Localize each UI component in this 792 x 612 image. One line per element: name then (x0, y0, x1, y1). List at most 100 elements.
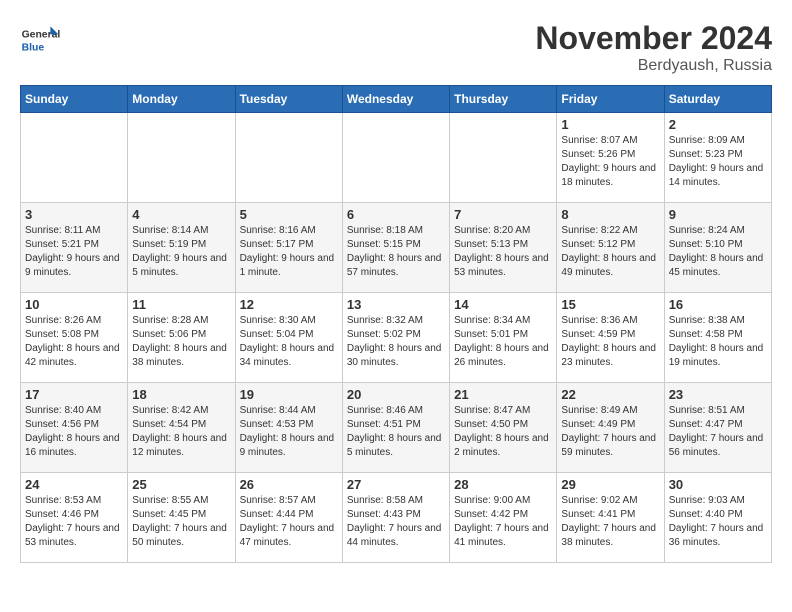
calendar-cell: 1 Sunrise: 8:07 AM Sunset: 5:26 PM Daylig… (557, 113, 664, 203)
day-number: 11 (132, 297, 230, 312)
calendar-cell: 11 Sunrise: 8:28 AM Sunset: 5:06 PM Dayli… (128, 293, 235, 383)
calendar-table: SundayMondayTuesdayWednesdayThursdayFrid… (20, 85, 772, 563)
calendar-cell: 21Sunrise: 8:47 AM Sunset: 4:50 PM Dayli… (450, 383, 557, 473)
calendar-cell: 29 Sunrise: 9:02 AM Sunset: 4:41 PM Dayli… (557, 473, 664, 563)
day-number: 10 (25, 297, 123, 312)
calendar-cell: 24Sunrise: 8:53 AM Sunset: 4:46 PM Dayli… (21, 473, 128, 563)
day-number: 6 (347, 207, 445, 222)
calendar-cell: 6 Sunrise: 8:18 AM Sunset: 5:15 PM Daylig… (342, 203, 449, 293)
calendar-cell: 20Sunrise: 8:46 AM Sunset: 4:51 PM Dayli… (342, 383, 449, 473)
day-number: 2 (669, 117, 767, 132)
day-info: Sunrise: 9:03 AM Sunset: 4:40 PM Dayligh… (669, 494, 767, 550)
day-info: Sunrise: 8:30 AM Sunset: 5:04 PM Dayligh… (240, 314, 338, 370)
day-number: 1 (561, 117, 659, 132)
day-info: Sunrise: 9:02 AM Sunset: 4:41 PM Dayligh… (561, 494, 659, 550)
day-number: 19 (240, 387, 338, 402)
day-info: Sunrise: 8:42 AM Sunset: 4:54 PM Dayligh… (132, 404, 230, 460)
calendar-cell: 18 Sunrise: 8:42 AM Sunset: 4:54 PM Dayli… (128, 383, 235, 473)
day-number: 7 (454, 207, 552, 222)
day-number: 16 (669, 297, 767, 312)
week-row-4: 24Sunrise: 8:53 AM Sunset: 4:46 PM Dayli… (21, 473, 772, 563)
calendar-cell (235, 113, 342, 203)
day-number: 5 (240, 207, 338, 222)
day-number: 17 (25, 387, 123, 402)
calendar-cell: 2 Sunrise: 8:09 AM Sunset: 5:23 PM Daylig… (664, 113, 771, 203)
day-number: 20 (347, 387, 445, 402)
day-header-thursday: Thursday (450, 86, 557, 113)
day-info: Sunrise: 8:16 AM Sunset: 5:17 PM Dayligh… (240, 224, 338, 280)
calendar-cell: 16 Sunrise: 8:38 AM Sunset: 4:58 PM Dayli… (664, 293, 771, 383)
day-header-friday: Friday (557, 86, 664, 113)
calendar-cell: 12 Sunrise: 8:30 AM Sunset: 5:04 PM Dayli… (235, 293, 342, 383)
day-info: Sunrise: 8:09 AM Sunset: 5:23 PM Dayligh… (669, 134, 767, 190)
header-row: SundayMondayTuesdayWednesdayThursdayFrid… (21, 86, 772, 113)
calendar-cell (342, 113, 449, 203)
day-info: Sunrise: 8:28 AM Sunset: 5:06 PM Dayligh… (132, 314, 230, 370)
calendar-cell: 23Sunrise: 8:51 AM Sunset: 4:47 PM Dayli… (664, 383, 771, 473)
calendar-cell: 19 Sunrise: 8:44 AM Sunset: 4:53 PM Dayli… (235, 383, 342, 473)
calendar-cell: 4 Sunrise: 8:14 AM Sunset: 5:19 PM Daylig… (128, 203, 235, 293)
calendar-cell: 22 Sunrise: 8:49 AM Sunset: 4:49 PM Dayli… (557, 383, 664, 473)
day-info: Sunrise: 8:57 AM Sunset: 4:44 PM Dayligh… (240, 494, 338, 550)
day-header-monday: Monday (128, 86, 235, 113)
month-title: November 2024 (535, 20, 772, 57)
svg-text:Blue: Blue (22, 42, 45, 53)
week-row-3: 17 Sunrise: 8:40 AM Sunset: 4:56 PM Dayli… (21, 383, 772, 473)
calendar-cell: 25Sunrise: 8:55 AM Sunset: 4:45 PM Dayli… (128, 473, 235, 563)
day-number: 9 (669, 207, 767, 222)
calendar-cell: 26 Sunrise: 8:57 AM Sunset: 4:44 PM Dayli… (235, 473, 342, 563)
week-row-1: 3 Sunrise: 8:11 AM Sunset: 5:21 PM Daylig… (21, 203, 772, 293)
day-info: Sunrise: 8:18 AM Sunset: 5:15 PM Dayligh… (347, 224, 445, 280)
calendar-cell: 9 Sunrise: 8:24 AM Sunset: 5:10 PM Daylig… (664, 203, 771, 293)
day-info: Sunrise: 8:47 AM Sunset: 4:50 PM Dayligh… (454, 404, 552, 460)
calendar-cell: 15 Sunrise: 8:36 AM Sunset: 4:59 PM Dayli… (557, 293, 664, 383)
calendar-cell: 7 Sunrise: 8:20 AM Sunset: 5:13 PM Daylig… (450, 203, 557, 293)
calendar-cell: 17 Sunrise: 8:40 AM Sunset: 4:56 PM Dayli… (21, 383, 128, 473)
day-info: Sunrise: 8:49 AM Sunset: 4:49 PM Dayligh… (561, 404, 659, 460)
day-info: Sunrise: 8:24 AM Sunset: 5:10 PM Dayligh… (669, 224, 767, 280)
day-number: 15 (561, 297, 659, 312)
day-info: Sunrise: 8:22 AM Sunset: 5:12 PM Dayligh… (561, 224, 659, 280)
day-number: 27 (347, 477, 445, 492)
day-info: Sunrise: 8:44 AM Sunset: 4:53 PM Dayligh… (240, 404, 338, 460)
calendar-cell: 27 Sunrise: 8:58 AM Sunset: 4:43 PM Dayli… (342, 473, 449, 563)
day-number: 8 (561, 207, 659, 222)
day-info: Sunrise: 8:11 AM Sunset: 5:21 PM Dayligh… (25, 224, 123, 280)
calendar-cell: 14 Sunrise: 8:34 AM Sunset: 5:01 PM Dayli… (450, 293, 557, 383)
day-info: Sunrise: 8:34 AM Sunset: 5:01 PM Dayligh… (454, 314, 552, 370)
day-info: Sunrise: 8:32 AM Sunset: 5:02 PM Dayligh… (347, 314, 445, 370)
calendar-cell: 13 Sunrise: 8:32 AM Sunset: 5:02 PM Dayli… (342, 293, 449, 383)
calendar-cell: 10 Sunrise: 8:26 AM Sunset: 5:08 PM Dayli… (21, 293, 128, 383)
day-info: Sunrise: 8:26 AM Sunset: 5:08 PM Dayligh… (25, 314, 123, 370)
day-info: Sunrise: 9:00 AM Sunset: 4:42 PM Dayligh… (454, 494, 552, 550)
header: General Blue November 2024 Berdyaush, Ru… (20, 20, 772, 75)
day-number: 22 (561, 387, 659, 402)
calendar-cell: 8 Sunrise: 8:22 AM Sunset: 5:12 PM Daylig… (557, 203, 664, 293)
day-number: 13 (347, 297, 445, 312)
day-info: Sunrise: 8:53 AM Sunset: 4:46 PM Dayligh… (25, 494, 123, 550)
day-info: Sunrise: 8:14 AM Sunset: 5:19 PM Dayligh… (132, 224, 230, 280)
calendar-cell (21, 113, 128, 203)
day-info: Sunrise: 8:38 AM Sunset: 4:58 PM Dayligh… (669, 314, 767, 370)
calendar-cell: 28Sunrise: 9:00 AM Sunset: 4:42 PM Dayli… (450, 473, 557, 563)
day-info: Sunrise: 8:36 AM Sunset: 4:59 PM Dayligh… (561, 314, 659, 370)
day-info: Sunrise: 8:51 AM Sunset: 4:47 PM Dayligh… (669, 404, 767, 460)
calendar-cell: 5 Sunrise: 8:16 AM Sunset: 5:17 PM Daylig… (235, 203, 342, 293)
day-info: Sunrise: 8:07 AM Sunset: 5:26 PM Dayligh… (561, 134, 659, 190)
day-number: 29 (561, 477, 659, 492)
day-number: 4 (132, 207, 230, 222)
day-number: 26 (240, 477, 338, 492)
day-number: 14 (454, 297, 552, 312)
day-info: Sunrise: 8:40 AM Sunset: 4:56 PM Dayligh… (25, 404, 123, 460)
day-number: 12 (240, 297, 338, 312)
day-info: Sunrise: 8:20 AM Sunset: 5:13 PM Dayligh… (454, 224, 552, 280)
day-number: 18 (132, 387, 230, 402)
day-header-sunday: Sunday (21, 86, 128, 113)
logo: General Blue (20, 20, 64, 60)
day-header-saturday: Saturday (664, 86, 771, 113)
day-number: 25 (132, 477, 230, 492)
title-area: November 2024 Berdyaush, Russia (535, 20, 772, 75)
day-number: 3 (25, 207, 123, 222)
day-info: Sunrise: 8:58 AM Sunset: 4:43 PM Dayligh… (347, 494, 445, 550)
day-header-tuesday: Tuesday (235, 86, 342, 113)
